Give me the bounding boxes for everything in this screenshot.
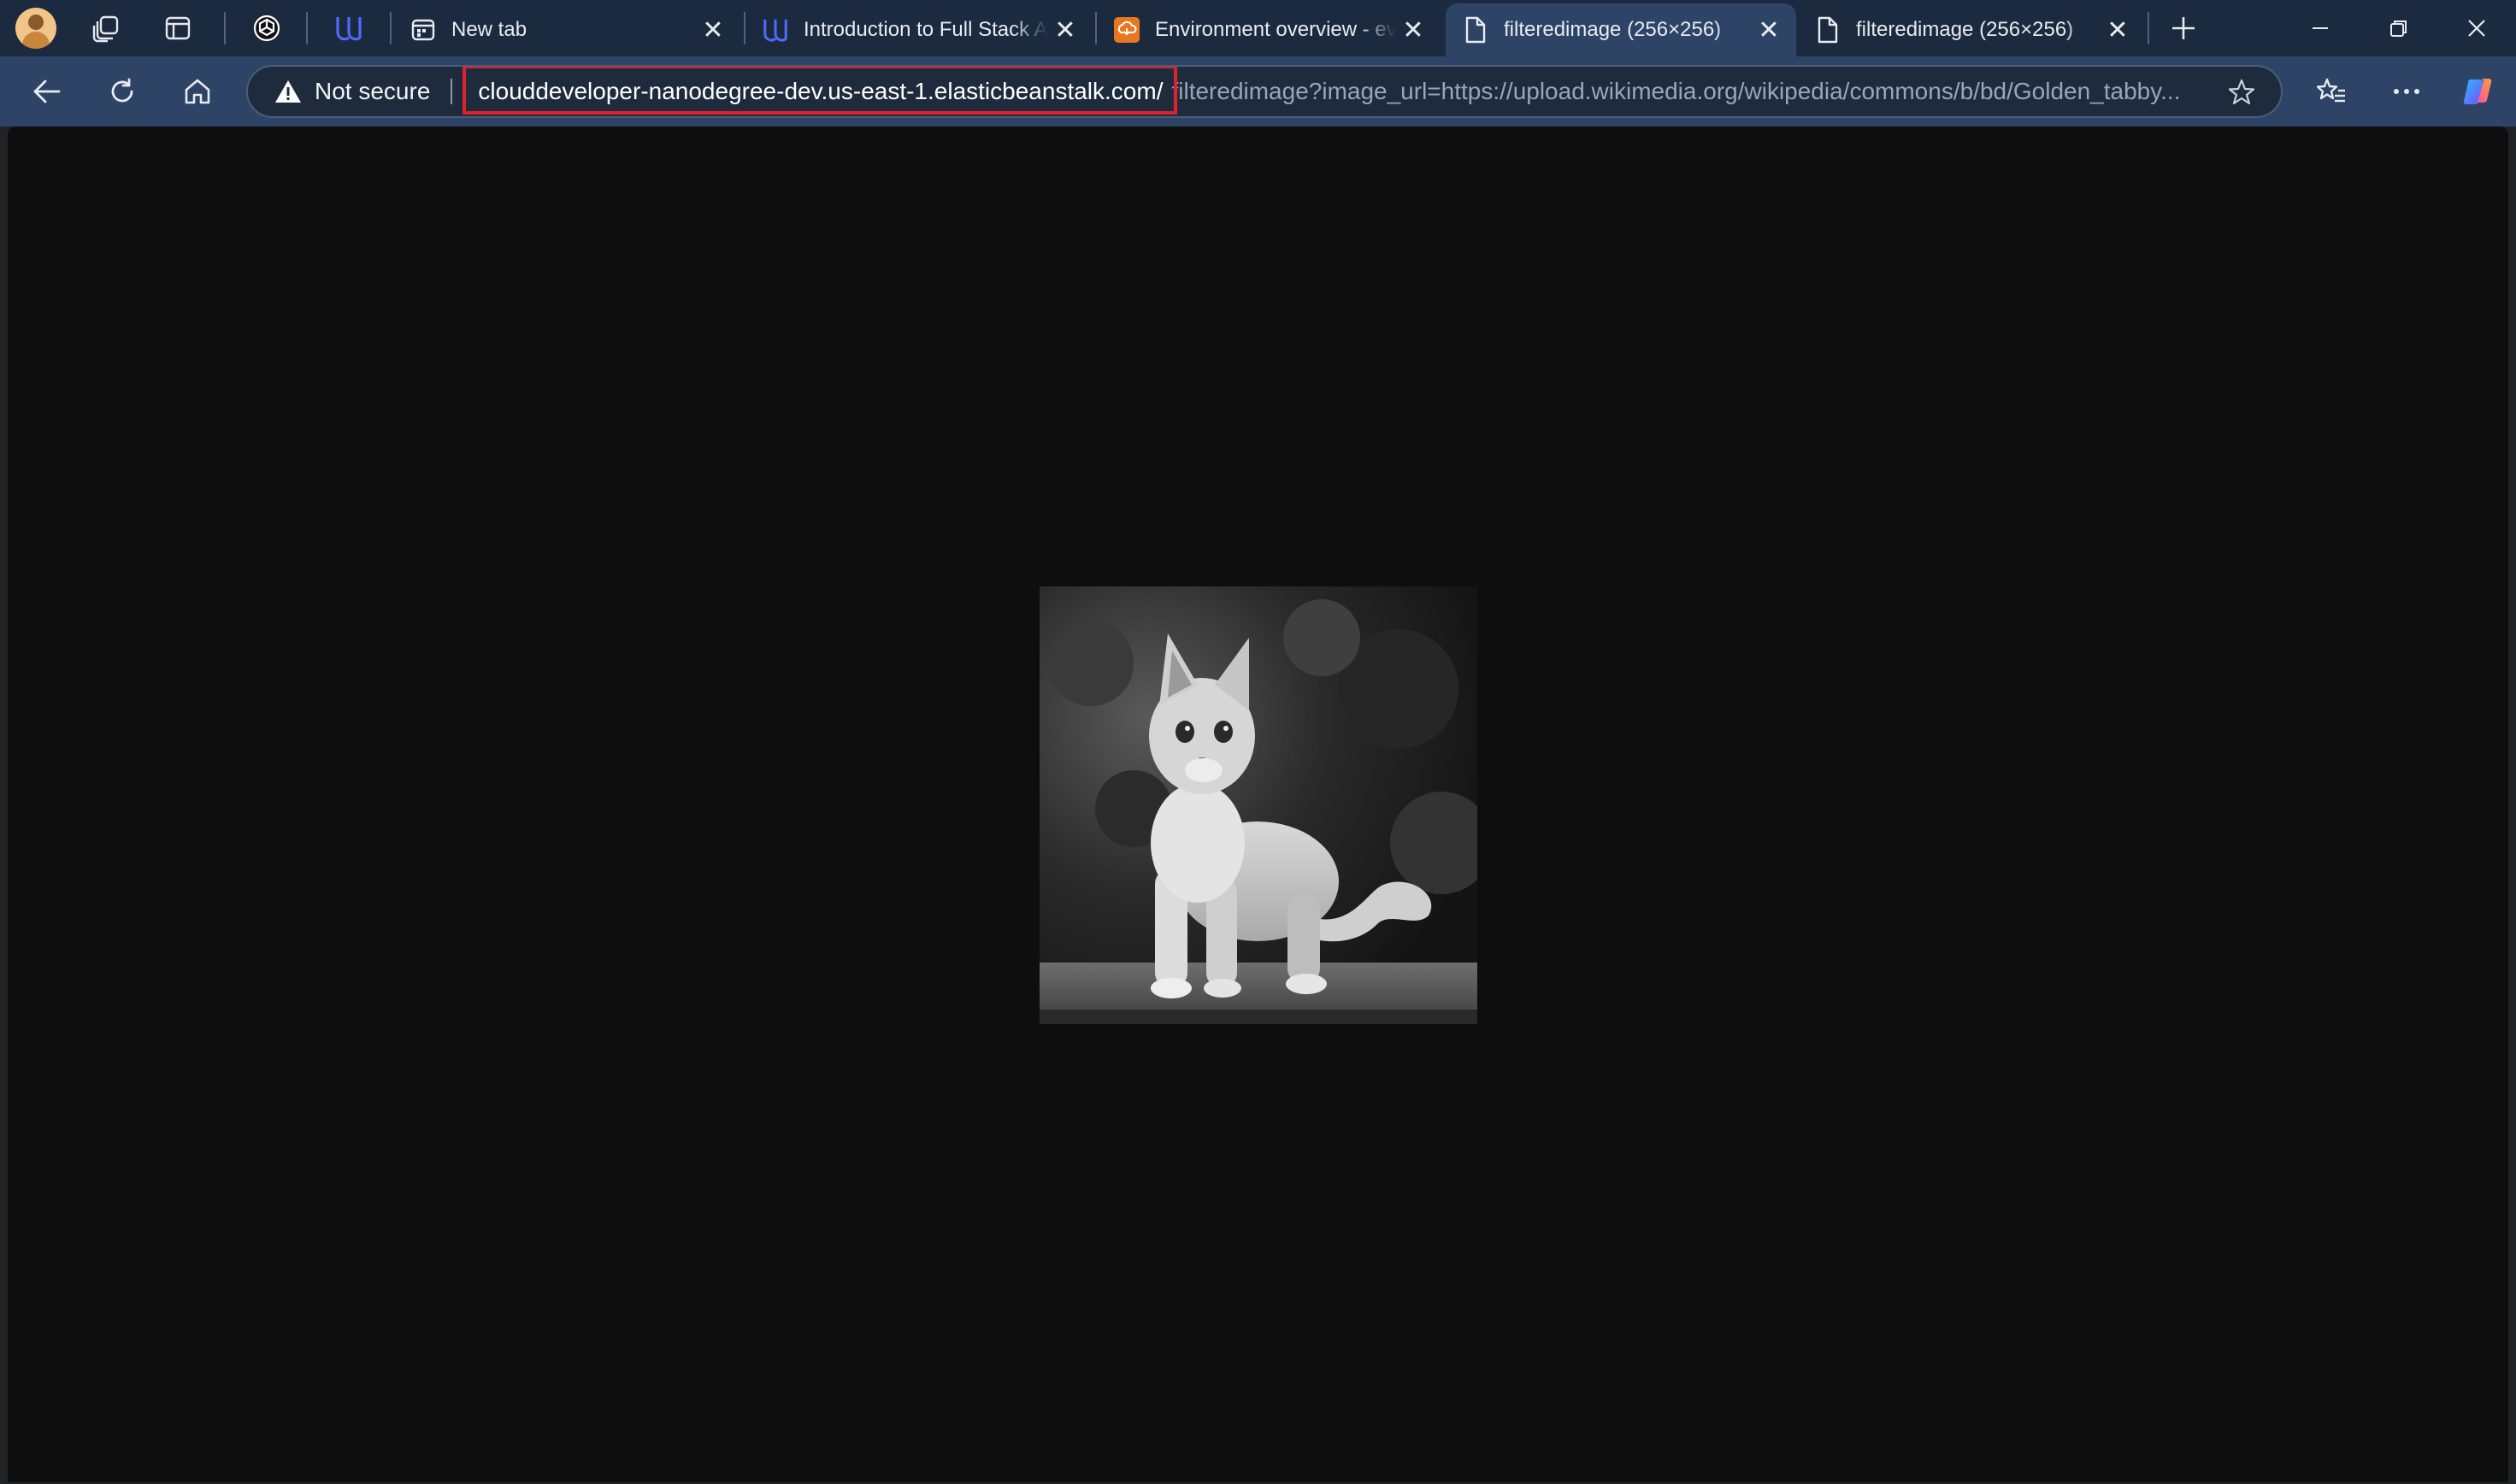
page-icon <box>1813 15 1842 44</box>
refresh-icon[interactable] <box>97 68 147 115</box>
warning-icon <box>274 79 303 104</box>
filtered-kitten-image[interactable] <box>1040 586 1477 1024</box>
minimize-icon[interactable] <box>2281 0 2360 56</box>
home-icon[interactable] <box>173 68 222 115</box>
tab-title: filteredimage (256×256) <box>1504 18 1722 41</box>
aws-icon <box>1112 15 1141 44</box>
site-security-indicator[interactable]: Not secure <box>274 78 430 105</box>
workspaces-icon[interactable] <box>79 7 133 50</box>
tab-close-icon[interactable]: ✕ <box>2101 13 2135 47</box>
tab-close-icon[interactable]: ✕ <box>1048 13 1082 47</box>
chatgpt-icon[interactable] <box>239 7 294 50</box>
udacity-icon <box>761 15 790 44</box>
tab-close-icon[interactable]: ✕ <box>1396 13 1430 47</box>
url-host-highlighted: clouddeveloper-nanodegree-dev.us-east-1.… <box>463 67 1178 116</box>
new-tab-icon <box>409 15 438 44</box>
more-options-icon[interactable] <box>2382 68 2431 115</box>
tab-separator <box>390 12 392 44</box>
back-arrow-icon[interactable] <box>22 68 72 115</box>
not-secure-label: Not secure <box>315 78 431 104</box>
tab-separator <box>306 12 308 44</box>
tab-new-tab[interactable]: New tab ✕ <box>393 3 740 56</box>
page-icon <box>1461 15 1490 44</box>
favorite-star-icon[interactable] <box>2226 77 2257 108</box>
tab-filteredimage-active[interactable]: filteredimage (256×256) ✕ <box>1446 3 1796 56</box>
tab-title: Environment overview - eve <box>1155 18 1396 41</box>
tab-title: filteredimage (256×256) <box>1856 18 2074 41</box>
tab-title: Introduction to Full Stack A <box>804 18 1048 41</box>
page-viewport <box>8 127 2508 1482</box>
copilot-icon[interactable] <box>2454 68 2503 115</box>
close-icon[interactable] <box>2437 0 2516 56</box>
vertical-tabs-icon[interactable] <box>150 7 205 50</box>
tab-environment-overview[interactable]: Environment overview - eve ✕ <box>1097 3 1441 56</box>
tab-close-icon[interactable]: ✕ <box>696 13 730 47</box>
profile-avatar[interactable] <box>15 8 56 49</box>
restore-icon[interactable] <box>2360 0 2438 56</box>
new-tab-plus-icon[interactable] <box>2156 7 2211 50</box>
tab-filteredimage[interactable]: filteredimage (256×256) ✕ <box>1798 3 2145 56</box>
address-bar[interactable]: Not secure clouddeveloper-nanodegree-dev… <box>246 65 2283 118</box>
url-text[interactable]: clouddeveloper-nanodegree-dev.us-east-1.… <box>463 67 2281 116</box>
tab-close-icon[interactable]: ✕ <box>1752 13 1786 47</box>
tab-separator <box>2148 12 2149 44</box>
tab-separator <box>224 12 226 44</box>
tab-udacity[interactable]: Introduction to Full Stack A ✕ <box>745 3 1093 56</box>
udacity-pinned-icon[interactable] <box>321 7 376 50</box>
tab-title: New tab <box>451 18 527 41</box>
address-separator <box>451 79 453 104</box>
tab-strip: New tab ✕ Introduction to Full Stack A ✕ <box>0 0 2516 56</box>
browser-window: New tab ✕ Introduction to Full Stack A ✕ <box>0 0 2516 1484</box>
navigation-toolbar: Not secure clouddeveloper-nanodegree-dev… <box>0 56 2516 127</box>
url-path: filteredimage?image_url=https://upload.w… <box>1171 78 2181 104</box>
url-host: clouddeveloper-nanodegree-dev.us-east-1.… <box>478 78 1164 104</box>
favorites-icon[interactable] <box>2307 68 2356 115</box>
